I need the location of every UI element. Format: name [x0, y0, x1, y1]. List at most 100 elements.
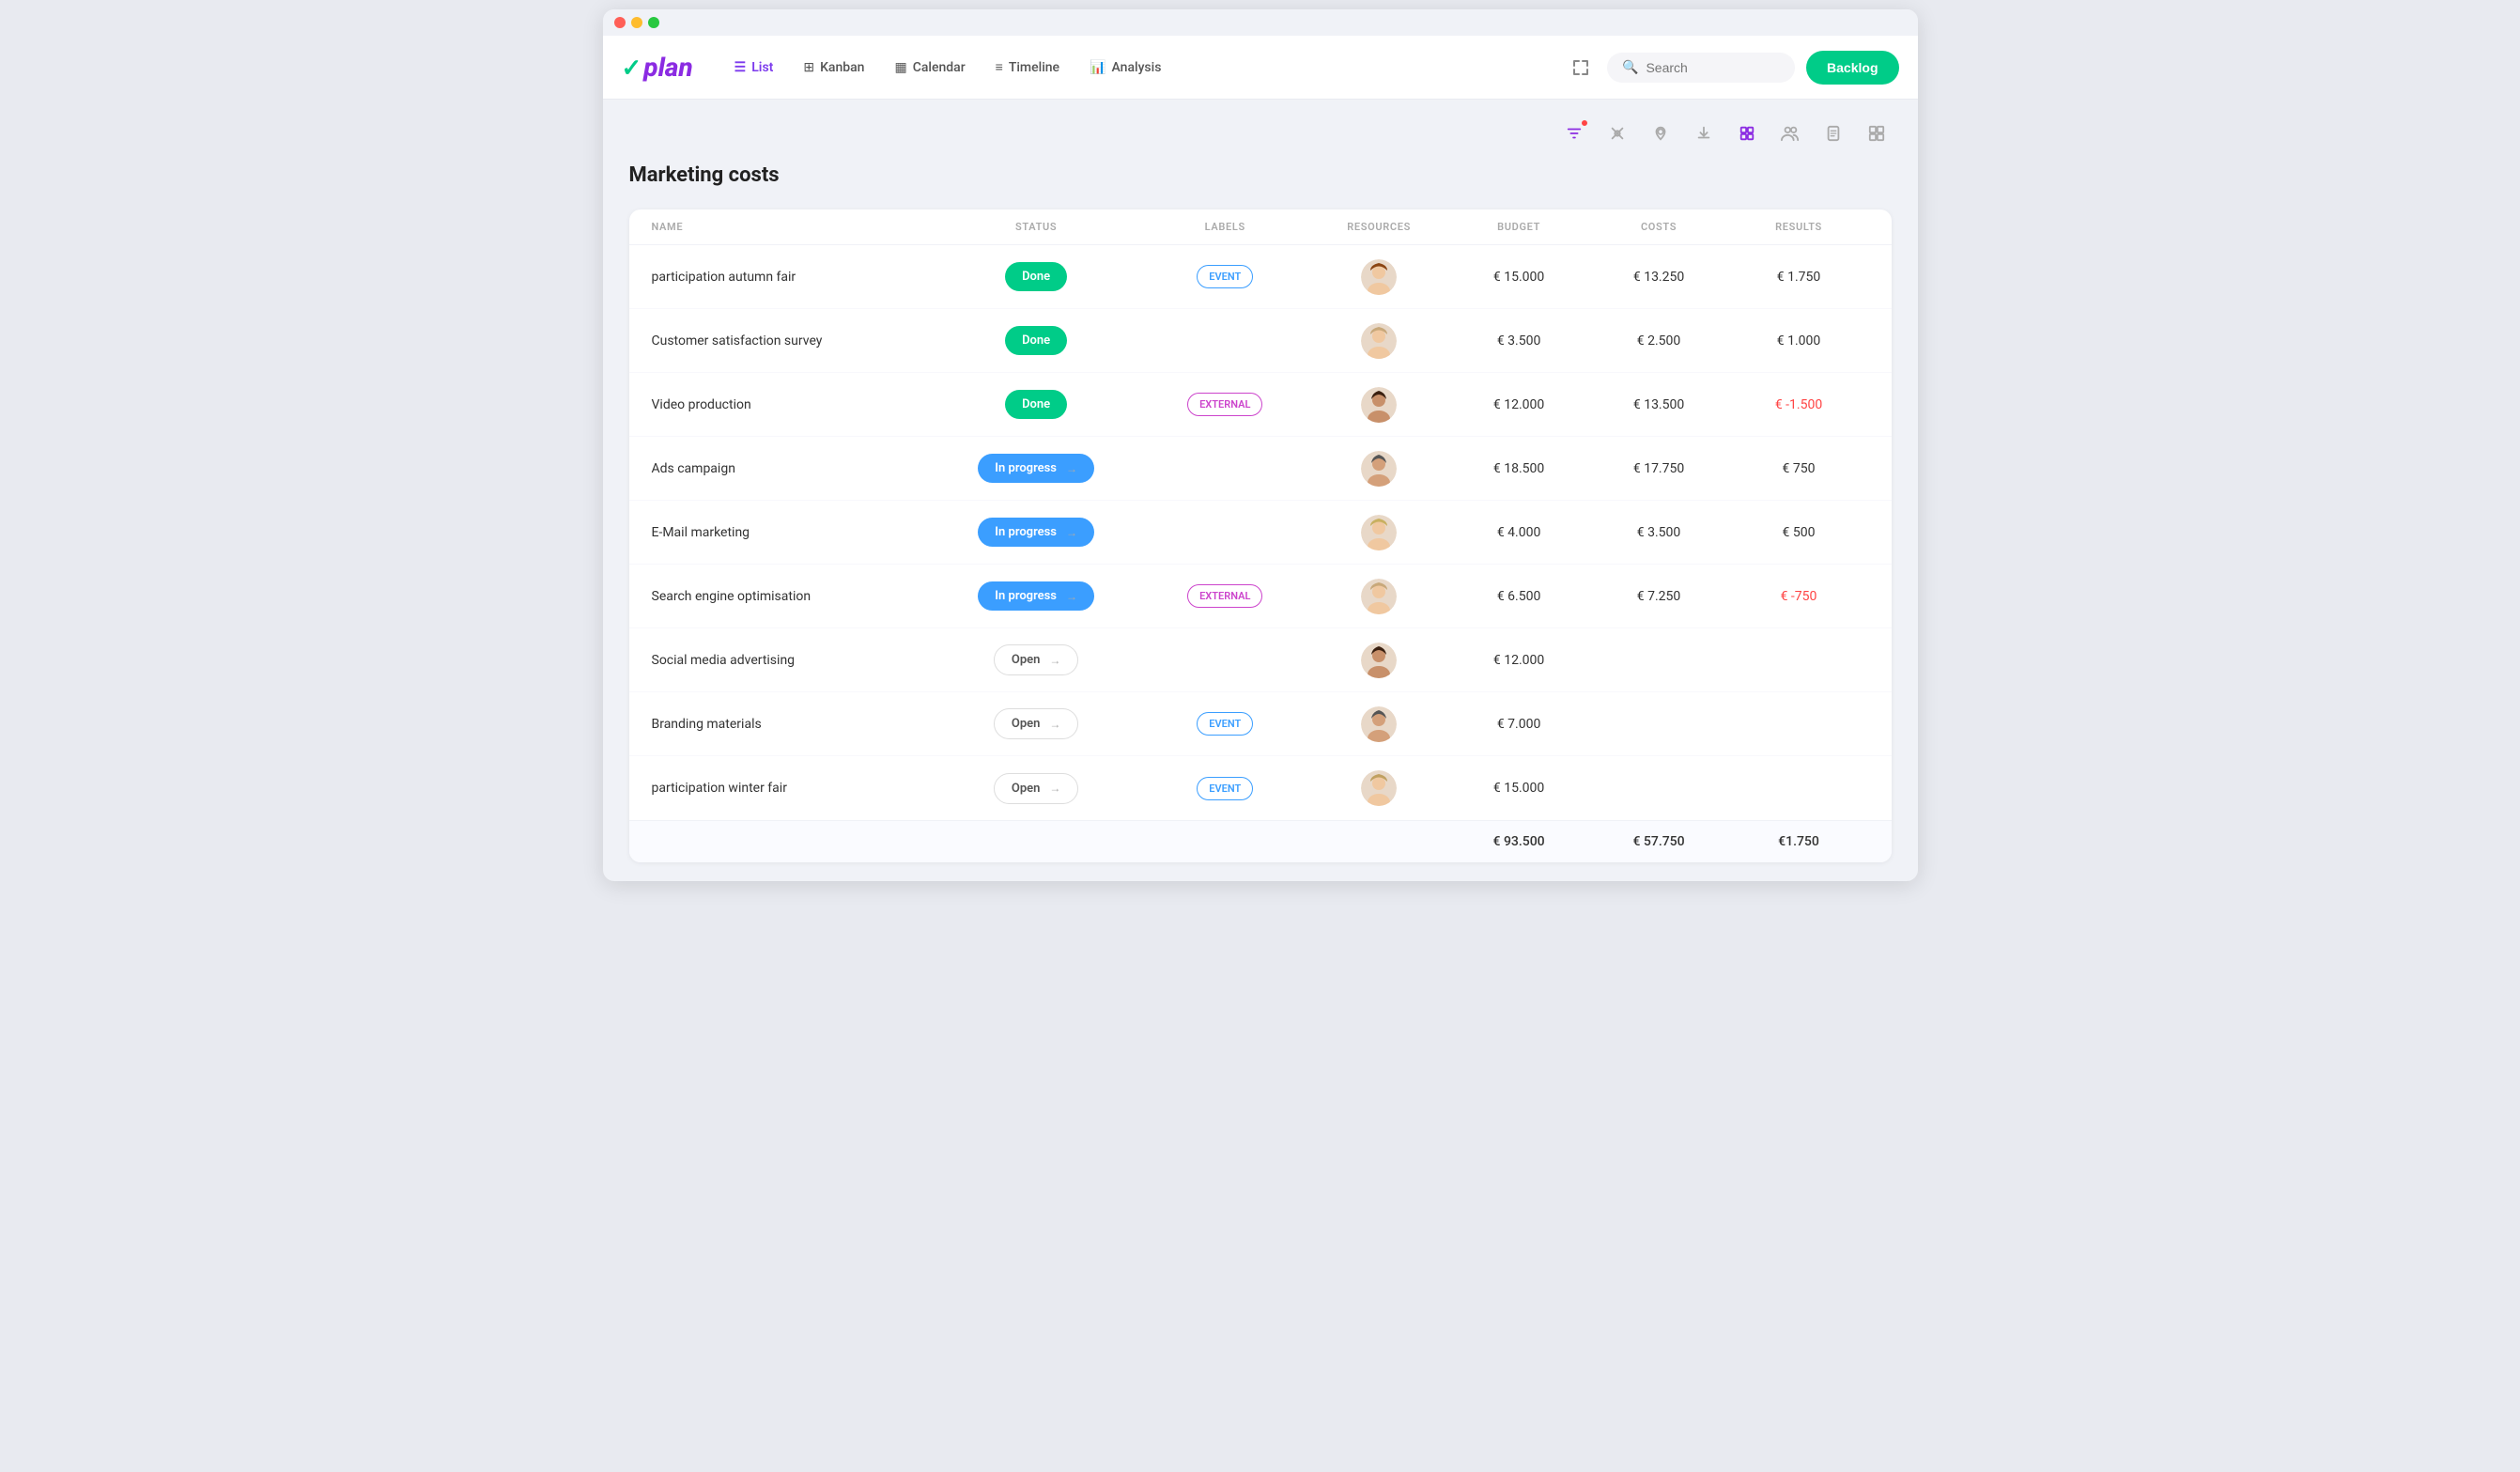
cell-name: Search engine optimisation	[652, 589, 932, 604]
col-costs: COSTS	[1589, 221, 1729, 233]
app-window: ✓plan ☰ List ⊞ Kanban ▦ Calendar ≡ Timel…	[603, 9, 1918, 881]
task-name: participation autumn fair	[652, 270, 796, 285]
expand-icon[interactable]	[1566, 53, 1596, 83]
cell-status[interactable]: Open →	[931, 644, 1140, 675]
nav-list[interactable]: ☰ List	[721, 53, 787, 83]
table-row[interactable]: Social media advertising Open → € 12.000	[629, 628, 1892, 692]
topbar-right: 🔍 Backlog	[1566, 51, 1898, 85]
table-footer: € 93.500 € 57.750 €1.750	[629, 820, 1892, 862]
cell-name: Video production	[652, 397, 932, 412]
cell-status[interactable]: In progress →	[931, 581, 1140, 611]
table-row[interactable]: Video production Done EXTERNAL € 12.000 …	[629, 373, 1892, 437]
footer-costs: € 57.750	[1589, 834, 1729, 849]
task-table: NAME STATUS LABELS RESOURCES BUDGET COST…	[629, 209, 1892, 862]
cell-costs: € 17.750	[1589, 461, 1729, 476]
nav-kanban-label: Kanban	[820, 60, 864, 75]
cell-costs: € 3.500	[1589, 525, 1729, 540]
download-icon[interactable]	[1689, 118, 1719, 148]
cell-labels: EVENT	[1141, 712, 1309, 736]
status-arrow: →	[1066, 590, 1077, 603]
list-settings-icon[interactable]	[1818, 118, 1848, 148]
status-badge[interactable]: In progress →	[978, 518, 1094, 547]
status-arrow: →	[1049, 654, 1060, 667]
kanban-icon: ⊞	[803, 60, 814, 75]
label-badge: EXTERNAL	[1187, 393, 1262, 416]
footer-budget: € 93.500	[1449, 834, 1589, 849]
status-arrow: →	[1066, 462, 1077, 475]
table-row[interactable]: E-Mail marketing In progress → € 4.000 €…	[629, 501, 1892, 565]
task-name: participation winter fair	[652, 781, 787, 796]
cell-status[interactable]: In progress →	[931, 518, 1140, 547]
status-badge[interactable]: Done	[1005, 262, 1067, 291]
table-row[interactable]: participation autumn fair Done EVENT € 1…	[629, 245, 1892, 309]
costs-value: € 13.500	[1633, 397, 1684, 412]
backlog-button[interactable]: Backlog	[1806, 51, 1898, 85]
cell-budget: € 3.500	[1449, 333, 1589, 349]
table-row[interactable]: Ads campaign In progress → € 18.500 € 17…	[629, 437, 1892, 501]
nav-calendar-label: Calendar	[913, 60, 966, 75]
table-row[interactable]: Search engine optimisation In progress →…	[629, 565, 1892, 628]
titlebar	[603, 9, 1918, 36]
cell-results: € 1.000	[1729, 333, 1869, 349]
cell-name: Customer satisfaction survey	[652, 333, 932, 349]
cell-results: € -1.500	[1729, 397, 1869, 412]
results-value: € 750	[1783, 461, 1816, 476]
status-badge[interactable]: Open →	[994, 644, 1079, 675]
cell-budget: € 12.000	[1449, 653, 1589, 668]
budget-value: € 18.500	[1493, 461, 1544, 476]
cell-results: € 750	[1729, 461, 1869, 476]
status-arrow: →	[1066, 526, 1077, 539]
table-row[interactable]: Customer satisfaction survey Done € 3.50…	[629, 309, 1892, 373]
cell-status[interactable]: Open →	[931, 773, 1140, 804]
puzzle-icon[interactable]	[1732, 118, 1762, 148]
costs-value: € 17.750	[1633, 461, 1684, 476]
table-row[interactable]: Branding materials Open → EVENT € 7.000	[629, 692, 1892, 756]
nav-analysis[interactable]: 📊 Analysis	[1076, 53, 1174, 83]
toolbar-row	[629, 118, 1892, 148]
location-icon[interactable]	[1646, 118, 1676, 148]
budget-value: € 12.000	[1493, 397, 1544, 412]
status-badge[interactable]: In progress →	[978, 581, 1094, 611]
table-row[interactable]: participation winter fair Open → EVENT €…	[629, 756, 1892, 820]
cell-budget: € 15.000	[1449, 270, 1589, 285]
search-input[interactable]	[1646, 60, 1780, 75]
cell-costs: € 2.500	[1589, 333, 1729, 349]
cell-resources	[1309, 387, 1449, 423]
costs-value: € 13.250	[1633, 270, 1684, 285]
cell-budget: € 15.000	[1449, 781, 1589, 796]
nav-timeline[interactable]: ≡ Timeline	[982, 52, 1073, 83]
users-icon[interactable]	[1775, 118, 1805, 148]
status-badge[interactable]: Done	[1005, 390, 1067, 419]
status-badge[interactable]: Done	[1005, 326, 1067, 355]
cell-resources	[1309, 451, 1449, 487]
close-dot[interactable]	[614, 17, 626, 28]
cell-status[interactable]: Done	[931, 326, 1140, 355]
cell-resources	[1309, 706, 1449, 742]
cell-status[interactable]: Done	[931, 390, 1140, 419]
search-box[interactable]: 🔍	[1607, 53, 1795, 83]
cell-status[interactable]: Open →	[931, 708, 1140, 739]
cell-name: E-Mail marketing	[652, 525, 932, 540]
col-resources: RESOURCES	[1309, 221, 1449, 233]
logo: ✓plan	[622, 52, 693, 83]
cell-status[interactable]: Done	[931, 262, 1140, 291]
minimize-dot[interactable]	[631, 17, 642, 28]
nav-kanban[interactable]: ⊞ Kanban	[790, 53, 877, 83]
table-body: participation autumn fair Done EVENT € 1…	[629, 245, 1892, 820]
cell-labels: EXTERNAL	[1141, 393, 1309, 416]
label-badge: EVENT	[1197, 265, 1253, 288]
task-name: Branding materials	[652, 717, 762, 732]
status-arrow: →	[1049, 718, 1060, 731]
filter-icon[interactable]	[1559, 118, 1589, 148]
nav-calendar[interactable]: ▦ Calendar	[881, 53, 978, 83]
status-badge[interactable]: Open →	[994, 773, 1079, 804]
label-badge: EXTERNAL	[1187, 584, 1262, 608]
page-title: Marketing costs	[629, 163, 1892, 187]
cell-status[interactable]: In progress →	[931, 454, 1140, 483]
status-badge[interactable]: In progress →	[978, 454, 1094, 483]
maximize-dot[interactable]	[648, 17, 659, 28]
cell-budget: € 18.500	[1449, 461, 1589, 476]
grid-icon[interactable]	[1862, 118, 1892, 148]
tools-icon[interactable]	[1602, 118, 1632, 148]
status-badge[interactable]: Open →	[994, 708, 1079, 739]
